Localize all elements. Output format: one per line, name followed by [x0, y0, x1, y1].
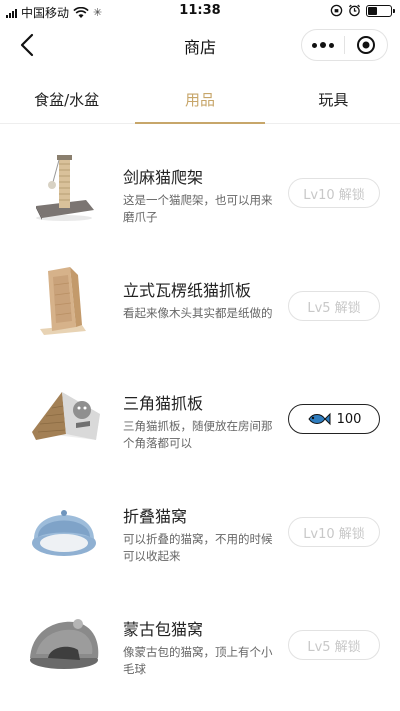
item-description: 像蒙古包的猫窝，顶上有个小毛球 [123, 645, 273, 676]
list-item: 折叠猫窝 可以折叠的猫窝，不用的时候可以收起来 Lv10 解锁 [0, 465, 400, 578]
triangle-scratcher-image [32, 392, 100, 440]
item-description: 三角猫抓板，随便放在房间那个角落都可以 [123, 419, 273, 450]
more-button[interactable] [302, 30, 344, 60]
more-dot-icon [329, 42, 334, 48]
item-name: 立式瓦楞纸猫抓板 [123, 281, 252, 300]
list-item: 剑麻猫爬架 这是一个猫爬架，也可以用来磨爪子 Lv10 解锁 [0, 126, 400, 239]
product-list: 剑麻猫爬架 这是一个猫爬架，也可以用来磨爪子 Lv10 解锁 立式瓦楞纸猫抓板 … [0, 126, 400, 691]
tab-bowls[interactable]: 食盆/水盆 [0, 76, 133, 123]
item-description: 可以折叠的猫窝，不用的时候可以收起来 [123, 532, 273, 563]
unlock-button[interactable]: Lv5 解锁 [288, 630, 380, 660]
unlock-button[interactable]: Lv10 解锁 [288, 517, 380, 547]
item-description: 看起来像木头其实都是纸做的 [123, 306, 273, 320]
cat-tree-image [36, 155, 94, 221]
price-label: 100 [336, 411, 362, 427]
unlock-button[interactable]: Lv10 解锁 [288, 178, 380, 208]
tab-toys[interactable]: 玩具 [267, 76, 400, 123]
item-description: 这是一个猫爬架，也可以用来磨爪子 [123, 193, 273, 224]
buy-button[interactable]: 100 [288, 404, 380, 434]
unlock-button[interactable]: Lv5 解锁 [288, 291, 380, 321]
folding-cat-bed-image [32, 510, 96, 556]
tab-supplies[interactable]: 用品 [133, 76, 266, 124]
list-item: 立式瓦楞纸猫抓板 看起来像木头其实都是纸做的 Lv5 解锁 [0, 239, 400, 352]
status-right [330, 4, 395, 17]
more-dot-icon [320, 42, 326, 48]
close-miniprogram-button[interactable] [345, 30, 387, 60]
cardboard-scratcher-image [40, 267, 86, 335]
fish-icon [307, 412, 331, 426]
battery-icon [366, 4, 395, 17]
orientation-lock-icon [330, 4, 343, 17]
miniprogram-capsule [301, 29, 388, 61]
category-tabs: 食盆/水盆 用品 玩具 [0, 76, 400, 124]
item-name: 折叠猫窝 [123, 507, 188, 526]
list-item: 三角猫抓板 三角猫抓板，随便放在房间那个角落都可以 100 [0, 352, 400, 465]
alarm-icon [348, 4, 361, 17]
status-bar: 中国移动 ✳ 11:38 [0, 0, 400, 24]
target-close-icon [357, 36, 375, 54]
yurt-cat-bed-image [30, 619, 99, 669]
nav-bar: 商店 [0, 24, 400, 66]
item-name: 剑麻猫爬架 [123, 168, 204, 187]
item-name: 蒙古包猫窝 [123, 620, 204, 639]
more-dot-icon [312, 42, 317, 48]
item-name: 三角猫抓板 [123, 394, 204, 413]
list-item: 蒙古包猫窝 像蒙古包的猫窝，顶上有个小毛球 Lv5 解锁 [0, 578, 400, 691]
